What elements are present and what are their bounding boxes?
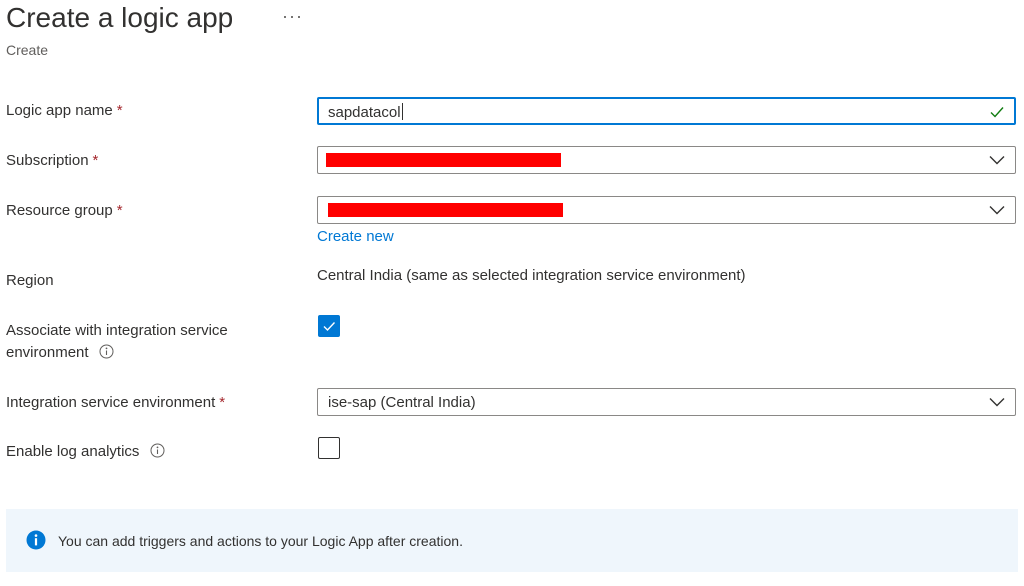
logic-app-name-label-text: Logic app name	[6, 102, 113, 119]
ise-dropdown-value: ise-sap (Central India)	[328, 394, 476, 411]
associate-ise-label-line2: environment	[6, 342, 228, 364]
checkbox-check-icon	[323, 322, 336, 332]
more-options-button[interactable]: ···	[282, 6, 303, 27]
region-label: Region	[6, 272, 54, 289]
subscription-dropdown[interactable]	[317, 146, 1016, 174]
ise-label: Integration service environment *	[6, 392, 225, 414]
log-analytics-label: Enable log analytics	[6, 441, 165, 463]
ise-dropdown[interactable]: ise-sap (Central India)	[317, 388, 1016, 416]
resource-group-dropdown[interactable]	[317, 196, 1016, 224]
create-new-resource-group-link[interactable]: Create new	[317, 228, 394, 245]
chevron-down-icon	[989, 206, 1005, 215]
required-marker: *	[219, 394, 226, 411]
chevron-down-icon	[989, 398, 1005, 407]
info-icon[interactable]	[99, 344, 114, 359]
info-banner-message: You can add triggers and actions to your…	[58, 533, 463, 549]
associate-ise-checkbox[interactable]	[318, 315, 340, 337]
associate-ise-label: Associate with integration service envir…	[6, 320, 228, 364]
region-value: Central India (same as selected integrat…	[317, 267, 746, 284]
logic-app-name-label: Logic app name *	[6, 100, 123, 122]
log-analytics-checkbox[interactable]	[318, 437, 340, 459]
subscription-label: Subscription *	[6, 150, 98, 172]
redacted-subscription-value	[326, 153, 561, 167]
valid-check-icon	[990, 107, 1004, 118]
log-analytics-label-text: Enable log analytics	[6, 443, 140, 460]
info-icon	[26, 530, 46, 550]
redacted-resource-group-value	[328, 203, 563, 217]
resource-group-label: Resource group *	[6, 200, 123, 222]
logic-app-name-input[interactable]: sapdatacol	[317, 97, 1016, 125]
required-marker: *	[116, 202, 123, 219]
subscription-label-text: Subscription	[6, 152, 89, 169]
ise-label-text: Integration service environment	[6, 394, 216, 411]
page-subtitle: Create	[6, 42, 49, 58]
info-icon[interactable]	[150, 443, 165, 458]
chevron-down-icon	[989, 156, 1005, 165]
resource-group-label-text: Resource group	[6, 202, 113, 219]
associate-ise-label-line1: Associate with integration service	[6, 322, 228, 339]
info-banner: You can add triggers and actions to your…	[6, 509, 1018, 572]
logic-app-name-input-value: sapdatacol	[328, 103, 403, 121]
required-marker: *	[92, 152, 99, 169]
required-marker: *	[116, 102, 123, 119]
page-title: Create a logic app	[6, 2, 234, 33]
